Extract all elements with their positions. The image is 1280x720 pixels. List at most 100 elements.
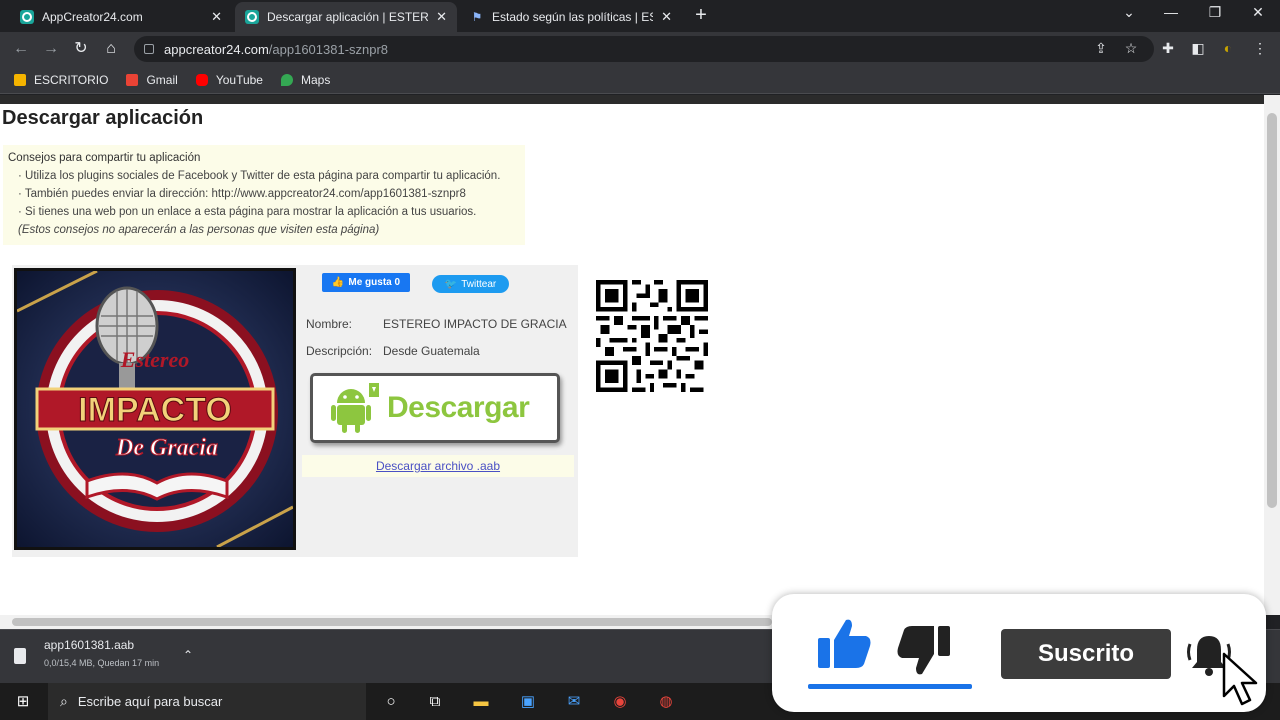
recorder-icon[interactable]: ◍ (655, 691, 677, 713)
thumbs-down-icon[interactable] (896, 624, 952, 680)
home-icon[interactable]: ⌂ (100, 38, 122, 60)
logo-bottom-text: De Gracia (115, 435, 218, 461)
mouse-cursor-icon (1222, 652, 1258, 706)
tab-strip: AppCreator24.com ✕ Descargar aplicación … (0, 0, 1280, 32)
tab-descargar[interactable]: Descargar aplicación | ESTEREO IMPACTO D… (235, 2, 457, 32)
download-label: Descargar (387, 391, 530, 424)
download-item[interactable]: app1601381.aab 0,0/15,4 MB, Quedan 17 mi… (14, 638, 159, 668)
logo-main-text: IMPACTO (78, 391, 232, 429)
profile-icon[interactable]: ◐ (1218, 40, 1238, 56)
tip-item: · Si tienes una web pon un enlace a esta… (18, 206, 477, 218)
download-app-button[interactable]: Descargar (310, 373, 560, 443)
new-tab-button[interactable]: + (690, 4, 712, 27)
close-icon[interactable]: ✕ (661, 9, 672, 25)
like-underline (808, 684, 972, 689)
facebook-like-button[interactable]: 👍 Me gusta 0 (322, 273, 410, 292)
url-host: appcreator24.com (164, 41, 269, 57)
download-aab-row: Descargar archivo .aab (302, 455, 574, 477)
url-path: /app1601381-sznpr8 (268, 41, 389, 57)
store-icon[interactable]: ▣ (517, 691, 539, 713)
tip-item: · Utiliza los plugins sociales de Facebo… (18, 170, 501, 182)
appcreator-favicon-icon (245, 10, 259, 24)
download-status: 0,0/15,4 MB, Quedan 17 min (44, 658, 160, 668)
task-view-icon[interactable]: ⧉ (424, 691, 446, 713)
appcreator-favicon-icon (20, 10, 34, 24)
like-label: Me gusta 0 (348, 277, 401, 288)
file-explorer-icon[interactable]: ▬ (470, 691, 492, 713)
tab-estado[interactable]: ⚑ Estado según las políticas | ESTEREO I… (460, 2, 682, 32)
side-panel-icon[interactable]: ◧ (1188, 40, 1208, 57)
mail-icon[interactable]: ✉ (563, 691, 585, 713)
twitter-tweet-button[interactable]: 🐦 Twittear (432, 275, 509, 293)
bookmark-gmail[interactable]: Gmail (126, 72, 178, 87)
folder-icon (14, 73, 26, 86)
extensions-icon[interactable]: ✚ (1158, 40, 1178, 57)
app-card: Estereo IMPACTO De Gracia 👍 Me gusta 0 🐦… (12, 265, 578, 557)
browser-toolbar: ← → ↻ ⌂ appcreator24.com/app1601381-sznp… (0, 32, 1280, 66)
taskbar-search[interactable]: ⌕ Escribe aquí para buscar (48, 683, 366, 720)
name-label: Nombre: (306, 317, 353, 331)
thumbs-up-icon[interactable] (816, 616, 872, 672)
tab-title: AppCreator24.com (42, 10, 143, 24)
bookmark-star-icon[interactable]: ☆ (1121, 40, 1141, 57)
cortana-icon[interactable]: ○ (380, 691, 402, 713)
bookmark-youtube[interactable]: YouTube (195, 72, 263, 87)
bookmark-maps[interactable]: Maps (280, 72, 331, 87)
youtube-icon (195, 73, 208, 86)
logo-top-text: Estereo (120, 347, 189, 372)
minimize-button[interactable]: — (1156, 4, 1186, 20)
close-icon[interactable]: ✕ (436, 9, 447, 25)
android-icon (331, 383, 379, 433)
subscribed-button[interactable]: Suscrito (1001, 629, 1171, 679)
lock-icon (144, 44, 154, 54)
back-icon[interactable]: ← (10, 38, 32, 60)
qr-code (596, 280, 708, 392)
close-icon[interactable]: ✕ (211, 9, 222, 25)
bookmark-label: YouTube (215, 72, 263, 87)
menu-icon[interactable]: ⋮ (1250, 40, 1270, 57)
twitter-bird-icon: 🐦 (444, 278, 458, 290)
chevron-up-icon[interactable]: ⌃ (183, 648, 193, 662)
flag-icon: ⚑ (471, 10, 483, 24)
taskbar-search-placeholder: Escribe aquí para buscar (77, 694, 223, 709)
bookmark-escritorio[interactable]: ESCRITORIO (14, 73, 108, 87)
thumbs-up-icon: 👍 (331, 277, 345, 288)
bookmarks-bar: ESCRITORIO Gmail YouTube Maps (0, 66, 1280, 94)
scroll-thumb[interactable] (1267, 113, 1277, 508)
tips-heading: Consejos para compartir tu aplicación (8, 152, 201, 164)
address-bar[interactable]: appcreator24.com/app1601381-sznpr8 (134, 36, 1154, 62)
tab-appcreator[interactable]: AppCreator24.com ✕ (10, 2, 232, 32)
app-logo: Estereo IMPACTO De Gracia (14, 268, 296, 550)
tab-search-icon[interactable]: ⌄ (1114, 4, 1144, 21)
download-aab-link[interactable]: Descargar archivo .aab (376, 459, 500, 473)
tips-box: Consejos para compartir tu aplicación · … (3, 145, 525, 245)
gmail-icon (126, 73, 139, 86)
tab-title: Descargar aplicación | ESTEREO IMPACTO D… (267, 10, 429, 24)
tweet-label: Twittear (461, 278, 497, 290)
bookmark-label: ESCRITORIO (34, 72, 109, 87)
window-close-button[interactable]: ✕ (1243, 4, 1273, 21)
subscribe-overlay: Suscrito (772, 594, 1266, 712)
download-filename: app1601381.aab (44, 638, 135, 652)
scroll-thumb[interactable] (12, 618, 772, 626)
reload-icon[interactable]: ↻ (70, 38, 92, 60)
description-label: Descripción: (306, 344, 373, 358)
chrome-icon[interactable]: ◉ (609, 691, 631, 713)
maps-icon (280, 73, 293, 86)
restore-button[interactable]: ❐ (1200, 4, 1230, 21)
bookmark-label: Maps (300, 72, 331, 87)
share-icon[interactable]: ⇪ (1091, 40, 1111, 57)
windows-start-icon[interactable]: ⊞ (12, 691, 34, 713)
screen: { "tabs": [ {"title": "AppCreator24.com"… (0, 0, 1280, 720)
file-icon (14, 648, 26, 664)
vertical-scrollbar[interactable] (1264, 95, 1280, 615)
bookmark-label: Gmail (146, 72, 178, 87)
page-top-bar (0, 95, 1264, 104)
forward-icon[interactable]: → (40, 38, 62, 60)
name-value: ESTEREO IMPACTO DE GRACIA (383, 317, 567, 331)
web-page: Descargar aplicación Consejos para compa… (0, 95, 1264, 615)
page-title: Descargar aplicación (2, 107, 204, 129)
search-icon: ⌕ (60, 693, 68, 709)
tip-item: · También puedes enviar la dirección: ht… (18, 188, 466, 200)
tab-title: Estado según las políticas | ESTEREO IMP… (492, 10, 653, 24)
